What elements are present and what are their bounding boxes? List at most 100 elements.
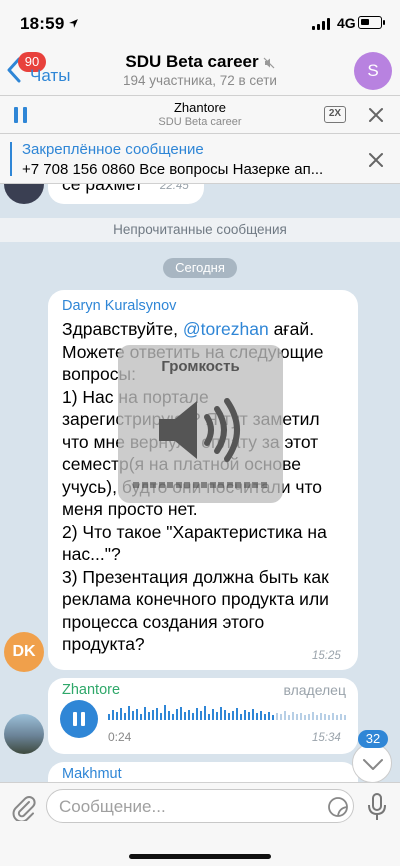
volume-step bbox=[243, 482, 250, 488]
message-input[interactable] bbox=[59, 796, 319, 818]
waveform-bar bbox=[120, 708, 122, 720]
pinned-title: Закреплённое сообщение bbox=[22, 141, 204, 158]
volume-level-bar bbox=[133, 482, 268, 488]
chat-title[interactable]: SDU Beta career bbox=[0, 52, 400, 72]
volume-step bbox=[209, 482, 216, 488]
message-bubble[interactable]: се рахмет 22:45 bbox=[48, 184, 204, 204]
avatar[interactable]: DK bbox=[4, 632, 44, 672]
pinned-message-bar[interactable]: Закреплённое сообщение +7 708 156 0860 В… bbox=[0, 134, 400, 184]
owner-badge: владелец bbox=[283, 682, 346, 698]
message-sender[interactable]: Daryn Kuralsynov bbox=[62, 298, 176, 314]
waveform-bar bbox=[140, 714, 142, 720]
waveform-bar bbox=[260, 711, 262, 720]
volume-step bbox=[175, 482, 182, 488]
message-list[interactable]: се рахмет 22:45 Непрочитанные сообщения … bbox=[0, 184, 400, 782]
waveform-bar bbox=[156, 708, 158, 720]
waveform-bar bbox=[136, 709, 138, 720]
waveform-bar bbox=[308, 714, 310, 720]
attach-icon[interactable] bbox=[10, 793, 36, 821]
waveform-bar bbox=[228, 713, 230, 720]
playback-speed-button[interactable]: 2X bbox=[324, 106, 346, 123]
status-bar: 18:59 4G bbox=[0, 0, 400, 46]
audio-player-bar[interactable]: Zhantore SDU Beta career 2X bbox=[0, 96, 400, 134]
waveform-bar bbox=[124, 713, 126, 720]
waveform-bar bbox=[248, 712, 250, 720]
avatar[interactable] bbox=[4, 714, 44, 754]
waveform-bar bbox=[204, 706, 206, 720]
mention-link[interactable]: @torezhan bbox=[183, 319, 269, 339]
message-time: 22:45 bbox=[160, 184, 189, 192]
waveform-bar bbox=[220, 707, 222, 720]
waveform-bar bbox=[304, 715, 306, 720]
waveform-bar bbox=[276, 713, 278, 720]
message-sender[interactable]: Makhmut bbox=[62, 766, 122, 782]
waveform-bar bbox=[188, 710, 190, 720]
waveform-bar bbox=[288, 715, 290, 720]
waveform-bar bbox=[320, 713, 322, 720]
voice-message-bubble[interactable]: Zhantore владелец 0:24 15:34 bbox=[48, 678, 358, 754]
network-type: 4G bbox=[337, 15, 356, 31]
volume-step bbox=[218, 482, 224, 488]
waveform-bar bbox=[160, 713, 162, 720]
waveform-bar bbox=[252, 709, 254, 720]
waveform-bar bbox=[336, 715, 338, 720]
waveform-bar bbox=[256, 713, 258, 720]
waveform-bar bbox=[340, 714, 342, 720]
home-indicator bbox=[129, 854, 271, 859]
volume-step bbox=[226, 482, 233, 488]
voice-waveform[interactable] bbox=[108, 704, 348, 722]
close-pinned-icon[interactable] bbox=[368, 152, 384, 168]
waveform-bar bbox=[196, 708, 198, 720]
message-sender[interactable]: Zhantore bbox=[62, 682, 120, 698]
message-time: 15:25 bbox=[312, 650, 341, 662]
chat-header: 90 Чаты SDU Beta career 194 участника, 7… bbox=[0, 46, 400, 96]
scroll-down-button[interactable] bbox=[352, 743, 392, 782]
avatar[interactable] bbox=[4, 184, 44, 204]
waveform-bar bbox=[264, 714, 266, 720]
pinned-indicator bbox=[10, 142, 12, 176]
waveform-bar bbox=[128, 706, 130, 720]
volume-step bbox=[201, 482, 207, 488]
waveform-bar bbox=[280, 714, 282, 720]
waveform-bar bbox=[328, 715, 330, 720]
chat-subtitle: 194 участника, 72 в сети bbox=[123, 73, 277, 88]
waveform-bar bbox=[208, 714, 210, 720]
mute-icon bbox=[263, 57, 275, 68]
waveform-bar bbox=[312, 712, 314, 720]
waveform-bar bbox=[112, 710, 114, 720]
location-arrow-icon bbox=[69, 19, 78, 28]
message-field[interactable] bbox=[46, 789, 354, 823]
message-text: се рахмет bbox=[62, 184, 143, 194]
volume-step bbox=[184, 482, 190, 488]
waveform-bar bbox=[316, 715, 318, 720]
waveform-bar bbox=[284, 711, 286, 720]
waveform-bar bbox=[216, 712, 218, 720]
volume-step bbox=[167, 482, 173, 488]
waveform-bar bbox=[272, 715, 274, 720]
waveform-bar bbox=[116, 712, 118, 720]
volume-step bbox=[158, 482, 165, 488]
waveform-bar bbox=[108, 714, 110, 720]
waveform-bar bbox=[324, 714, 326, 720]
voice-pause-button[interactable] bbox=[60, 700, 98, 738]
waveform-bar bbox=[152, 710, 154, 720]
pinned-text: +7 708 156 0860 Все вопросы Назерке ап..… bbox=[22, 161, 324, 178]
message-bubble[interactable]: Makhmut bbox=[48, 762, 358, 782]
waveform-bar bbox=[268, 712, 270, 720]
waveform-bar bbox=[192, 713, 194, 720]
message-input-bar bbox=[0, 782, 400, 866]
speaker-icon bbox=[159, 398, 240, 462]
sticker-icon[interactable] bbox=[327, 796, 349, 818]
waveform-bar bbox=[132, 711, 134, 720]
microphone-icon[interactable] bbox=[366, 792, 388, 822]
volume-step bbox=[150, 482, 156, 488]
message-text-start: Здравствуйте, bbox=[62, 319, 183, 339]
volume-step bbox=[192, 482, 199, 488]
volume-step bbox=[252, 482, 258, 488]
message-time: 15:34 bbox=[312, 732, 341, 744]
waveform-bar bbox=[212, 709, 214, 720]
unread-count-badge: 32 bbox=[358, 730, 388, 748]
group-avatar[interactable]: S bbox=[354, 52, 392, 90]
chat-title-text: SDU Beta career bbox=[125, 52, 259, 71]
close-player-icon[interactable] bbox=[368, 107, 384, 123]
